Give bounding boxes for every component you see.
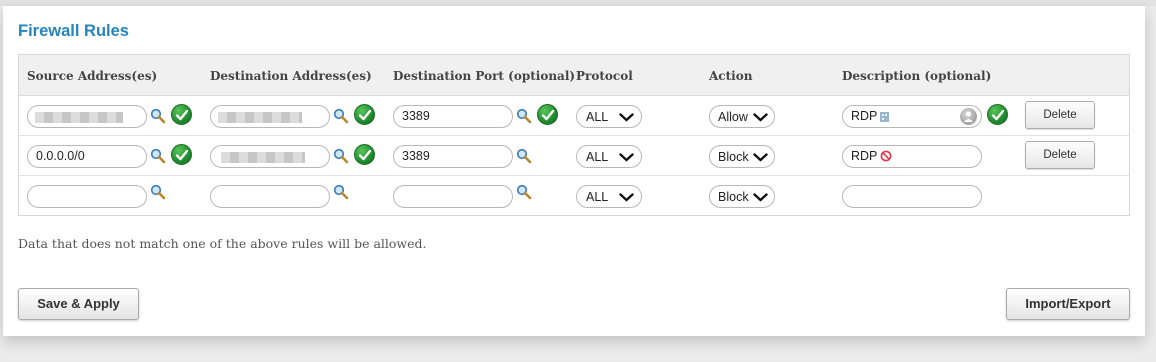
- save-apply-button[interactable]: Save & Apply: [18, 288, 139, 320]
- description-value: RDP: [851, 149, 878, 163]
- action-select[interactable]: Block: [709, 185, 775, 208]
- chevron-down-icon: [619, 153, 634, 162]
- search-icon[interactable]: [516, 184, 532, 200]
- action-value: Block: [718, 190, 749, 204]
- search-icon[interactable]: [333, 148, 349, 164]
- header-protocol: Protocol: [576, 69, 633, 83]
- description-input[interactable]: RDP: [842, 105, 982, 128]
- building-icon: [880, 108, 890, 129]
- redacted-value: [218, 112, 302, 123]
- valid-check-icon: [537, 104, 558, 125]
- source-address-input[interactable]: 0.0.0.0/0: [27, 145, 147, 168]
- chevron-down-icon: [753, 193, 768, 202]
- search-icon[interactable]: [333, 108, 349, 124]
- chevron-down-icon: [619, 113, 634, 122]
- header-port: Destination Port (optional): [393, 69, 576, 83]
- valid-check-icon: [354, 144, 375, 165]
- action-select[interactable]: Allow: [709, 105, 775, 128]
- import-export-button[interactable]: Import/Export: [1006, 288, 1130, 320]
- table-row: 3389 ALL Allow RDP Delete: [19, 96, 1129, 136]
- firewall-rules-panel: Firewall Rules Source Address(es) Destin…: [3, 6, 1145, 336]
- valid-check-icon: [354, 104, 375, 125]
- panel-title: Firewall Rules: [18, 22, 129, 40]
- port-input[interactable]: 3389: [393, 145, 513, 168]
- header-action: Action: [709, 69, 753, 83]
- table-row: ALL Block: [19, 176, 1129, 216]
- protocol-value: ALL: [586, 150, 609, 164]
- delete-button[interactable]: Delete: [1025, 141, 1095, 169]
- valid-check-icon: [987, 104, 1008, 125]
- description-input[interactable]: [842, 185, 982, 208]
- redacted-value: [35, 112, 123, 123]
- search-icon[interactable]: [516, 108, 532, 124]
- search-icon[interactable]: [150, 148, 166, 164]
- search-icon[interactable]: [150, 108, 166, 124]
- valid-check-icon: [171, 144, 192, 165]
- protocol-select[interactable]: ALL: [576, 145, 642, 168]
- rules-table: Source Address(es) Destination Address(e…: [18, 54, 1130, 216]
- action-value: Block: [718, 150, 749, 164]
- header-destination: Destination Address(es): [210, 69, 372, 83]
- description-input[interactable]: RDP: [842, 145, 982, 168]
- redacted-value: [221, 152, 305, 163]
- default-policy-note: Data that does not match one of the abov…: [18, 236, 427, 251]
- valid-check-icon: [171, 104, 192, 125]
- source-address-input[interactable]: [27, 105, 147, 128]
- chevron-down-icon: [619, 193, 634, 202]
- source-address-input[interactable]: [27, 185, 147, 208]
- block-icon: [880, 148, 892, 169]
- action-select[interactable]: Block: [709, 145, 775, 168]
- header-source: Source Address(es): [27, 69, 158, 83]
- search-icon[interactable]: [516, 148, 532, 164]
- port-input[interactable]: 3389: [393, 105, 513, 128]
- port-input[interactable]: [393, 185, 513, 208]
- protocol-value: ALL: [586, 110, 609, 124]
- protocol-value: ALL: [586, 190, 609, 204]
- table-row: 0.0.0.0/0 3389 ALL Block RDP Delete: [19, 136, 1129, 176]
- header-description: Description (optional): [842, 69, 992, 83]
- delete-button[interactable]: Delete: [1025, 101, 1095, 129]
- protocol-select[interactable]: ALL: [576, 105, 642, 128]
- destination-address-input[interactable]: [210, 145, 330, 168]
- table-header: Source Address(es) Destination Address(e…: [19, 55, 1129, 96]
- user-icon: [960, 108, 977, 125]
- chevron-down-icon: [753, 113, 768, 122]
- search-icon[interactable]: [150, 184, 166, 200]
- search-icon[interactable]: [333, 184, 349, 200]
- chevron-down-icon: [753, 153, 768, 162]
- description-value: RDP: [851, 109, 878, 123]
- destination-address-input[interactable]: [210, 185, 330, 208]
- destination-address-input[interactable]: [210, 105, 330, 128]
- protocol-select[interactable]: ALL: [576, 185, 642, 208]
- action-value: Allow: [718, 110, 748, 124]
